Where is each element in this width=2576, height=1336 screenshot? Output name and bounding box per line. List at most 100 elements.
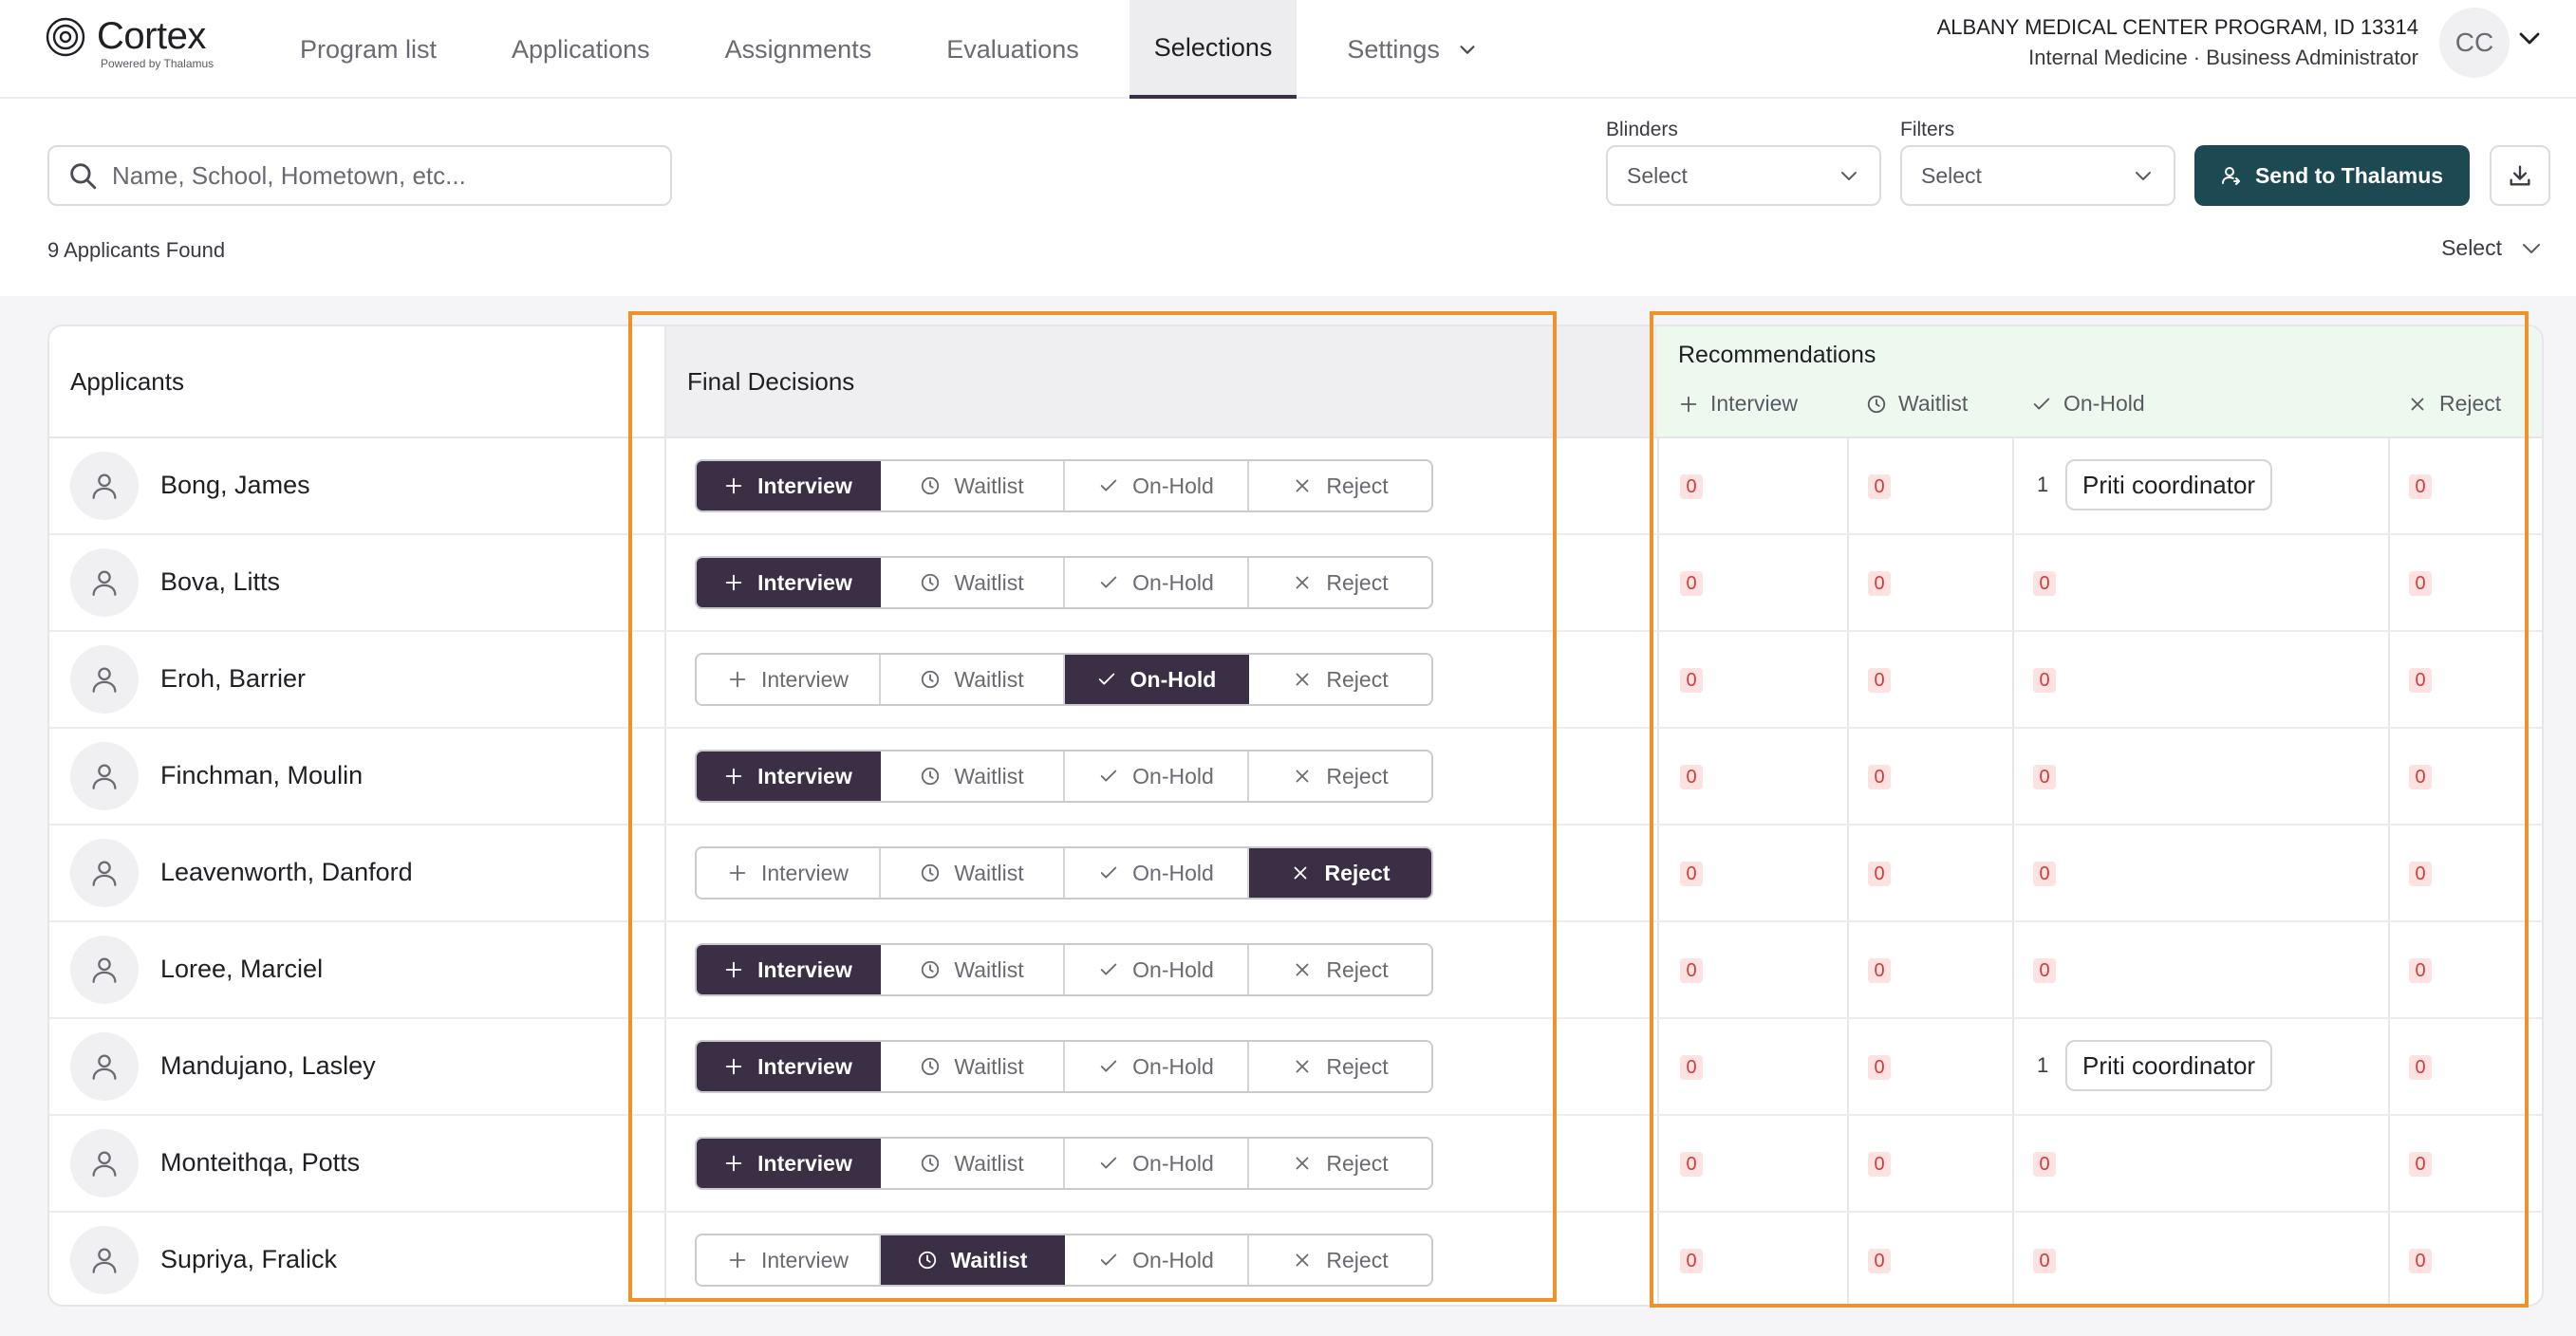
applicant-avatar[interactable] bbox=[70, 936, 139, 1004]
rec-cell-interview: 0 bbox=[1657, 1213, 1847, 1305]
nav-settings[interactable]: Settings bbox=[1322, 0, 1503, 99]
decision-on-hold-button[interactable]: On-Hold bbox=[1065, 945, 1249, 994]
user-avatar[interactable]: CC bbox=[2439, 8, 2510, 78]
rec-count-badge: 0 bbox=[2409, 474, 2432, 499]
rec-count-badge: 0 bbox=[2409, 1249, 2432, 1273]
decision-interview-button[interactable]: Interview bbox=[697, 848, 881, 898]
decision-waitlist-button[interactable]: Waitlist bbox=[881, 558, 1065, 607]
decision-label: Reject bbox=[1324, 860, 1391, 885]
clock-icon bbox=[922, 1057, 940, 1076]
decision-waitlist-button[interactable]: Waitlist bbox=[881, 1042, 1065, 1091]
rec-count-badge: 0 bbox=[1680, 668, 1703, 693]
applicant-name[interactable]: Loree, Marciel bbox=[160, 955, 323, 984]
applicant-avatar[interactable] bbox=[70, 645, 139, 714]
decision-reject-button[interactable]: Reject bbox=[1249, 1235, 1431, 1285]
decision-on-hold-button[interactable]: On-Hold bbox=[1065, 1139, 1249, 1188]
applicant-name[interactable]: Leavenworth, Danford bbox=[160, 858, 413, 887]
decision-interview-button[interactable]: Interview bbox=[697, 558, 881, 607]
applicant-avatar[interactable] bbox=[70, 839, 139, 907]
decision-on-hold-button[interactable]: On-Hold bbox=[1065, 1042, 1249, 1091]
nav-evaluations[interactable]: Evaluations bbox=[922, 0, 1104, 99]
decision-reject-button[interactable]: Reject bbox=[1249, 461, 1431, 510]
applicant-name[interactable]: Monteithqa, Potts bbox=[160, 1148, 360, 1178]
rec-cell-interview: 0 bbox=[1657, 729, 1847, 824]
applicant-avatar[interactable] bbox=[70, 548, 139, 617]
applicant-avatar[interactable] bbox=[70, 1032, 139, 1101]
decision-reject-button[interactable]: Reject bbox=[1249, 848, 1431, 898]
applicant-avatar[interactable] bbox=[70, 452, 139, 520]
decision-waitlist-button[interactable]: Waitlist bbox=[881, 461, 1065, 510]
filters-select[interactable]: Select bbox=[1900, 145, 2175, 206]
decision-interview-button[interactable]: Interview bbox=[697, 945, 881, 994]
decision-on-hold-button[interactable]: On-Hold bbox=[1065, 558, 1249, 607]
applicant-name[interactable]: Finchman, Moulin bbox=[160, 761, 363, 790]
download-button[interactable] bbox=[2490, 145, 2550, 206]
clock-icon bbox=[922, 960, 940, 979]
applicant-avatar[interactable] bbox=[70, 1226, 139, 1294]
decision-interview-button[interactable]: Interview bbox=[697, 752, 881, 801]
decision-on-hold-button[interactable]: On-Hold bbox=[1065, 1235, 1249, 1285]
decision-reject-button[interactable]: Reject bbox=[1249, 655, 1431, 704]
decision-interview-button[interactable]: Interview bbox=[697, 1042, 881, 1091]
applicant-name[interactable]: Eroh, Barrier bbox=[160, 664, 306, 694]
decision-on-hold-button[interactable]: On-Hold bbox=[1065, 752, 1249, 801]
blinders-select[interactable]: Select bbox=[1606, 145, 1881, 206]
applicant-name[interactable]: Bova, Litts bbox=[160, 567, 280, 597]
decision-waitlist-button[interactable]: Waitlist bbox=[881, 655, 1065, 704]
decision-interview-button[interactable]: Interview bbox=[697, 655, 881, 704]
nav-applications[interactable]: Applications bbox=[487, 0, 675, 99]
decision-waitlist-button[interactable]: Waitlist bbox=[881, 1235, 1065, 1285]
recommender-chip[interactable]: Priti coordinator bbox=[2065, 1040, 2273, 1091]
applicant-name[interactable]: Mandujano, Lasley bbox=[160, 1051, 376, 1081]
rec-count-badge: 0 bbox=[1680, 474, 1703, 499]
decision-on-hold-button[interactable]: On-Hold bbox=[1065, 461, 1249, 510]
rec-count-badge: 0 bbox=[2409, 1152, 2432, 1177]
decision-waitlist-button[interactable]: Waitlist bbox=[881, 848, 1065, 898]
decision-waitlist-button[interactable]: Waitlist bbox=[881, 1139, 1065, 1188]
applicant-avatar[interactable] bbox=[70, 742, 139, 810]
check-icon bbox=[1100, 1060, 1117, 1072]
applicant-name[interactable]: Supriya, Fralick bbox=[160, 1245, 337, 1274]
decision-interview-button[interactable]: Interview bbox=[697, 1139, 881, 1188]
decision-on-hold-button[interactable]: On-Hold bbox=[1065, 848, 1249, 898]
filters-label: Filters bbox=[1900, 119, 1955, 140]
sort-select[interactable]: Select bbox=[2441, 235, 2544, 261]
search-input[interactable] bbox=[112, 160, 644, 191]
applicant-avatar[interactable] bbox=[70, 1129, 139, 1197]
rec-count: 1 bbox=[2037, 1053, 2049, 1077]
rec-cell-on-hold: 0 bbox=[2012, 1213, 2388, 1305]
user-menu-chevron-icon[interactable] bbox=[2517, 28, 2542, 49]
rec-cell-waitlist: 0 bbox=[1847, 438, 2012, 533]
decision-reject-button[interactable]: Reject bbox=[1249, 1139, 1431, 1188]
decision-reject-button[interactable]: Reject bbox=[1249, 1042, 1431, 1091]
search-box[interactable] bbox=[47, 145, 672, 206]
decision-interview-button[interactable]: Interview bbox=[697, 1235, 881, 1285]
decision-on-hold-button[interactable]: On-Hold bbox=[1065, 655, 1249, 704]
decision-label: Reject bbox=[1326, 1150, 1389, 1176]
rec-col-waitlist-label: Waitlist bbox=[1898, 391, 1969, 416]
decision-waitlist-button[interactable]: Waitlist bbox=[881, 752, 1065, 801]
selections-table: Applicants Final Decisions Recommendatio… bbox=[47, 325, 2544, 1307]
applicant-name[interactable]: Bong, James bbox=[160, 471, 310, 500]
decision-waitlist-button[interactable]: Waitlist bbox=[881, 945, 1065, 994]
decision-interview-button[interactable]: Interview bbox=[697, 461, 881, 510]
rec-col-waitlist: Waitlist bbox=[1866, 391, 1968, 417]
nav-program-list[interactable]: Program list bbox=[275, 0, 461, 99]
rec-count-badge: 0 bbox=[1868, 1249, 1891, 1273]
send-to-thalamus-button[interactable]: Send to Thalamus bbox=[2194, 145, 2470, 206]
rec-cell-interview: 0 bbox=[1657, 1019, 1847, 1114]
recommendations-title: Recommendations bbox=[1678, 342, 1876, 368]
user-icon bbox=[92, 570, 117, 596]
rec-cell-on-hold: 0 bbox=[2012, 1116, 2388, 1211]
decision-reject-button[interactable]: Reject bbox=[1249, 945, 1431, 994]
plus-icon bbox=[729, 1252, 746, 1269]
nav-assignments[interactable]: Assignments bbox=[700, 0, 897, 99]
check-icon bbox=[1100, 1253, 1117, 1266]
rec-cell-reject: 0 bbox=[2388, 922, 2542, 1017]
recommender-chip[interactable]: Priti coordinator bbox=[2065, 459, 2273, 510]
nav-selections[interactable]: Selections bbox=[1129, 0, 1297, 99]
cortex-logo[interactable]: Cortex Powered by Thalamus bbox=[46, 15, 235, 74]
decision-reject-button[interactable]: Reject bbox=[1249, 558, 1431, 607]
decision-reject-button[interactable]: Reject bbox=[1249, 752, 1431, 801]
decision-toggle: Interview Waitlist On-Hold Reject bbox=[695, 750, 1433, 803]
